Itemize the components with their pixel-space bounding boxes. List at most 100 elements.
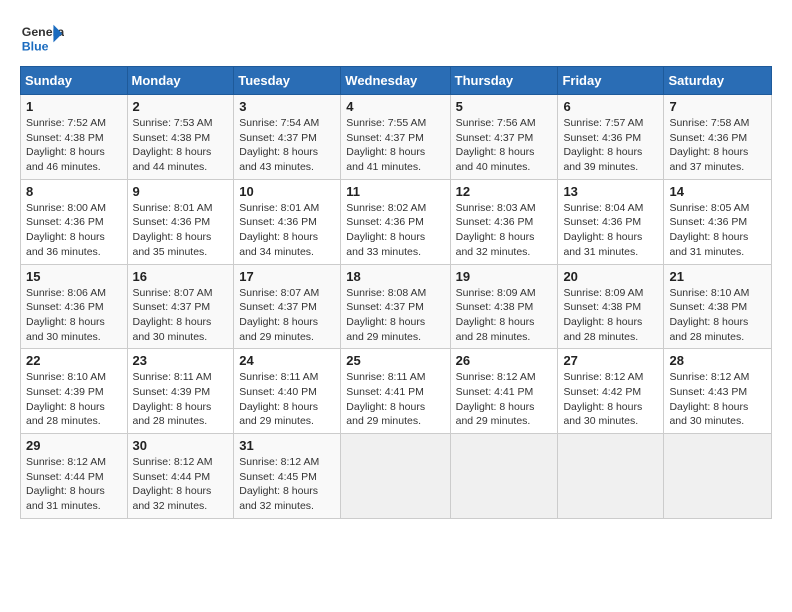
calendar-week-row: 15 Sunrise: 8:06 AMSunset: 4:36 PMDayligh… xyxy=(21,264,772,349)
calendar-day-cell: 2Sunrise: 7:53 AMSunset: 4:38 PMDaylight… xyxy=(127,95,234,180)
calendar-day-cell: 14 Sunrise: 8:05 AMSunset: 4:36 PMDayligh… xyxy=(664,179,772,264)
day-info: Sunrise: 8:00 AMSunset: 4:36 PMDaylight:… xyxy=(26,201,122,260)
calendar-day-cell: 30 Sunrise: 8:12 AMSunset: 4:44 PMDayligh… xyxy=(127,434,234,519)
day-info: Sunrise: 8:12 AMSunset: 4:44 PMDaylight:… xyxy=(26,455,122,514)
day-number: 22 xyxy=(26,353,122,368)
calendar-day-cell: 31Sunrise: 8:12 AMSunset: 4:45 PMDayligh… xyxy=(234,434,341,519)
day-info: Sunrise: 8:08 AMSunset: 4:37 PMDaylight:… xyxy=(346,286,444,345)
day-number: 25 xyxy=(346,353,444,368)
day-info: Sunrise: 7:52 AMSunset: 4:38 PMDaylight:… xyxy=(26,116,122,175)
day-number: 21 xyxy=(669,269,766,284)
day-number: 6 xyxy=(563,99,658,114)
day-info: Sunrise: 8:01 AMSunset: 4:36 PMDaylight:… xyxy=(239,201,335,260)
day-info: Sunrise: 8:12 AMSunset: 4:43 PMDaylight:… xyxy=(669,370,766,429)
day-info: Sunrise: 7:55 AMSunset: 4:37 PMDaylight:… xyxy=(346,116,444,175)
day-number: 1 xyxy=(26,99,122,114)
calendar-day-cell xyxy=(664,434,772,519)
calendar-day-cell: 11 Sunrise: 8:02 AMSunset: 4:36 PMDayligh… xyxy=(341,179,450,264)
day-of-week-header: Friday xyxy=(558,67,664,95)
calendar-week-row: 29 Sunrise: 8:12 AMSunset: 4:44 PMDayligh… xyxy=(21,434,772,519)
day-info: Sunrise: 8:01 AMSunset: 4:36 PMDaylight:… xyxy=(133,201,229,260)
day-of-week-header: Monday xyxy=(127,67,234,95)
day-number: 15 xyxy=(26,269,122,284)
day-info: Sunrise: 8:12 AMSunset: 4:42 PMDaylight:… xyxy=(563,370,658,429)
day-info: Sunrise: 7:58 AMSunset: 4:36 PMDaylight:… xyxy=(669,116,766,175)
day-number: 19 xyxy=(456,269,553,284)
day-info: Sunrise: 8:06 AMSunset: 4:36 PMDaylight:… xyxy=(26,286,122,345)
calendar-day-cell: 18Sunrise: 8:08 AMSunset: 4:37 PMDayligh… xyxy=(341,264,450,349)
day-info: Sunrise: 8:11 AMSunset: 4:40 PMDaylight:… xyxy=(239,370,335,429)
calendar-day-cell: 1 Sunrise: 7:52 AMSunset: 4:38 PMDaylight… xyxy=(21,95,128,180)
calendar-day-cell: 16 Sunrise: 8:07 AMSunset: 4:37 PMDayligh… xyxy=(127,264,234,349)
day-number: 13 xyxy=(563,184,658,199)
calendar-day-cell: 27 Sunrise: 8:12 AMSunset: 4:42 PMDayligh… xyxy=(558,349,664,434)
day-info: Sunrise: 7:54 AMSunset: 4:37 PMDaylight:… xyxy=(239,116,335,175)
day-info: Sunrise: 8:11 AMSunset: 4:39 PMDaylight:… xyxy=(133,370,229,429)
calendar-day-cell: 19 Sunrise: 8:09 AMSunset: 4:38 PMDayligh… xyxy=(450,264,558,349)
calendar-day-cell: 25 Sunrise: 8:11 AMSunset: 4:41 PMDayligh… xyxy=(341,349,450,434)
day-info: Sunrise: 8:09 AMSunset: 4:38 PMDaylight:… xyxy=(456,286,553,345)
calendar-day-cell: 13 Sunrise: 8:04 AMSunset: 4:36 PMDayligh… xyxy=(558,179,664,264)
calendar-week-row: 22 Sunrise: 8:10 AMSunset: 4:39 PMDayligh… xyxy=(21,349,772,434)
calendar-day-cell: 28 Sunrise: 8:12 AMSunset: 4:43 PMDayligh… xyxy=(664,349,772,434)
calendar-day-cell: 17Sunrise: 8:07 AMSunset: 4:37 PMDayligh… xyxy=(234,264,341,349)
day-info: Sunrise: 8:07 AMSunset: 4:37 PMDaylight:… xyxy=(239,286,335,345)
calendar-day-cell: 23 Sunrise: 8:11 AMSunset: 4:39 PMDayligh… xyxy=(127,349,234,434)
day-number: 23 xyxy=(133,353,229,368)
day-number: 31 xyxy=(239,438,335,453)
day-number: 12 xyxy=(456,184,553,199)
day-number: 10 xyxy=(239,184,335,199)
calendar-day-cell: 29 Sunrise: 8:12 AMSunset: 4:44 PMDayligh… xyxy=(21,434,128,519)
day-number: 11 xyxy=(346,184,444,199)
day-of-week-header: Saturday xyxy=(664,67,772,95)
day-number: 4 xyxy=(346,99,444,114)
day-info: Sunrise: 7:53 AMSunset: 4:38 PMDaylight:… xyxy=(133,116,229,175)
svg-text:Blue: Blue xyxy=(22,39,49,53)
day-number: 28 xyxy=(669,353,766,368)
calendar-day-cell: 10 Sunrise: 8:01 AMSunset: 4:36 PMDayligh… xyxy=(234,179,341,264)
day-info: Sunrise: 8:09 AMSunset: 4:38 PMDaylight:… xyxy=(563,286,658,345)
day-number: 9 xyxy=(133,184,229,199)
day-number: 5 xyxy=(456,99,553,114)
calendar-day-cell: 9 Sunrise: 8:01 AMSunset: 4:36 PMDaylight… xyxy=(127,179,234,264)
calendar-week-row: 1 Sunrise: 7:52 AMSunset: 4:38 PMDaylight… xyxy=(21,95,772,180)
day-info: Sunrise: 8:11 AMSunset: 4:41 PMDaylight:… xyxy=(346,370,444,429)
calendar-day-cell: 7Sunrise: 7:58 AMSunset: 4:36 PMDaylight… xyxy=(664,95,772,180)
calendar-day-cell: 12 Sunrise: 8:03 AMSunset: 4:36 PMDayligh… xyxy=(450,179,558,264)
header: General Blue xyxy=(20,20,772,56)
day-of-week-header: Tuesday xyxy=(234,67,341,95)
day-number: 24 xyxy=(239,353,335,368)
day-number: 16 xyxy=(133,269,229,284)
calendar-day-cell: 5Sunrise: 7:56 AMSunset: 4:37 PMDaylight… xyxy=(450,95,558,180)
day-info: Sunrise: 8:02 AMSunset: 4:36 PMDaylight:… xyxy=(346,201,444,260)
day-of-week-header: Sunday xyxy=(21,67,128,95)
logo: General Blue xyxy=(20,20,68,56)
day-number: 27 xyxy=(563,353,658,368)
day-number: 30 xyxy=(133,438,229,453)
day-info: Sunrise: 8:10 AMSunset: 4:39 PMDaylight:… xyxy=(26,370,122,429)
day-number: 8 xyxy=(26,184,122,199)
day-info: Sunrise: 8:05 AMSunset: 4:36 PMDaylight:… xyxy=(669,201,766,260)
day-number: 29 xyxy=(26,438,122,453)
logo-icon: General Blue xyxy=(20,20,64,56)
calendar-week-row: 8 Sunrise: 8:00 AMSunset: 4:36 PMDaylight… xyxy=(21,179,772,264)
calendar-day-cell: 3Sunrise: 7:54 AMSunset: 4:37 PMDaylight… xyxy=(234,95,341,180)
calendar-day-cell: 15 Sunrise: 8:06 AMSunset: 4:36 PMDayligh… xyxy=(21,264,128,349)
day-info: Sunrise: 8:07 AMSunset: 4:37 PMDaylight:… xyxy=(133,286,229,345)
day-number: 20 xyxy=(563,269,658,284)
calendar-day-cell xyxy=(450,434,558,519)
calendar: SundayMondayTuesdayWednesdayThursdayFrid… xyxy=(20,66,772,519)
day-info: Sunrise: 8:03 AMSunset: 4:36 PMDaylight:… xyxy=(456,201,553,260)
day-number: 14 xyxy=(669,184,766,199)
day-info: Sunrise: 7:57 AMSunset: 4:36 PMDaylight:… xyxy=(563,116,658,175)
day-info: Sunrise: 8:04 AMSunset: 4:36 PMDaylight:… xyxy=(563,201,658,260)
calendar-day-cell: 21 Sunrise: 8:10 AMSunset: 4:38 PMDayligh… xyxy=(664,264,772,349)
calendar-day-cell: 4 Sunrise: 7:55 AMSunset: 4:37 PMDaylight… xyxy=(341,95,450,180)
calendar-day-cell xyxy=(558,434,664,519)
calendar-day-cell: 8 Sunrise: 8:00 AMSunset: 4:36 PMDaylight… xyxy=(21,179,128,264)
day-info: Sunrise: 8:12 AMSunset: 4:41 PMDaylight:… xyxy=(456,370,553,429)
calendar-day-cell: 24 Sunrise: 8:11 AMSunset: 4:40 PMDayligh… xyxy=(234,349,341,434)
day-info: Sunrise: 8:12 AMSunset: 4:44 PMDaylight:… xyxy=(133,455,229,514)
day-info: Sunrise: 8:10 AMSunset: 4:38 PMDaylight:… xyxy=(669,286,766,345)
calendar-day-cell: 6 Sunrise: 7:57 AMSunset: 4:36 PMDaylight… xyxy=(558,95,664,180)
